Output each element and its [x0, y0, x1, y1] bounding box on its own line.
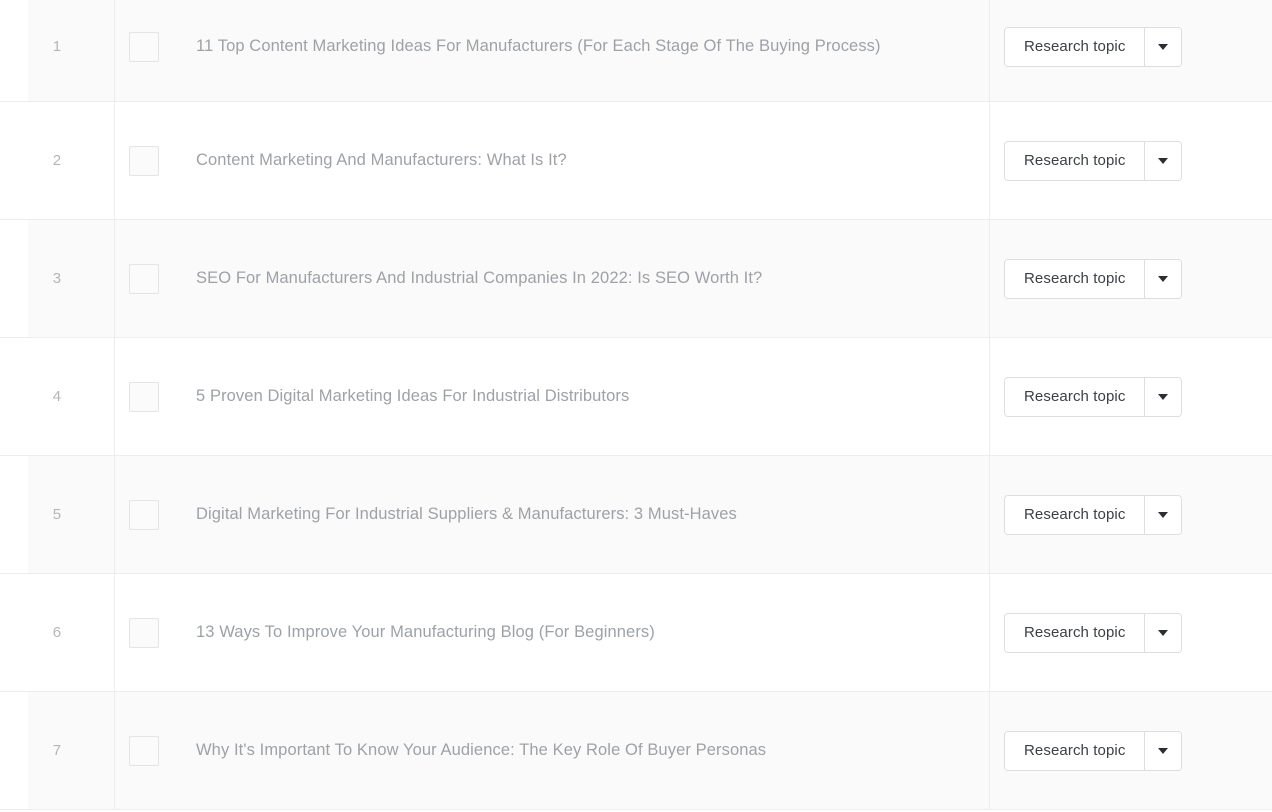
research-topic-split-button[interactable]: Research topic: [1004, 612, 1183, 653]
research-topic-split-button[interactable]: Research topic: [1004, 26, 1183, 67]
row-index: 7: [0, 692, 115, 809]
research-topic-button[interactable]: Research topic: [1005, 259, 1145, 298]
chevron-down-icon: [1158, 43, 1169, 50]
row-action-cell: Research topic: [990, 574, 1272, 691]
research-topic-dropdown-toggle[interactable]: [1144, 731, 1182, 770]
research-topic-button[interactable]: Research topic: [1005, 613, 1145, 652]
chevron-down-icon: [1158, 747, 1169, 754]
chevron-down-icon: [1158, 275, 1169, 282]
research-topic-dropdown-toggle[interactable]: [1144, 141, 1182, 180]
row-title-cell: 13 Ways To Improve Your Manufacturing Bl…: [115, 574, 990, 691]
row-select-checkbox[interactable]: [129, 735, 159, 766]
research-topic-button[interactable]: Research topic: [1005, 141, 1145, 180]
table-row[interactable]: 6 13 Ways To Improve Your Manufacturing …: [0, 574, 1272, 692]
chevron-down-icon: [1158, 629, 1169, 636]
topic-title: Why It's Important To Know Your Audience…: [196, 740, 767, 759]
row-title-cell: Digital Marketing For Industrial Supplie…: [115, 456, 990, 573]
research-topic-button[interactable]: Research topic: [1005, 495, 1145, 534]
table-row[interactable]: 3 SEO For Manufacturers And Industrial C…: [0, 220, 1272, 338]
topic-title: Content Marketing And Manufacturers: Wha…: [196, 150, 567, 169]
row-action-cell: Research topic: [990, 0, 1272, 101]
research-topic-dropdown-toggle[interactable]: [1144, 377, 1182, 416]
row-index: 4: [0, 338, 115, 455]
topic-title: 13 Ways To Improve Your Manufacturing Bl…: [196, 622, 655, 641]
research-topic-split-button[interactable]: Research topic: [1004, 258, 1183, 299]
row-title-cell: SEO For Manufacturers And Industrial Com…: [115, 220, 990, 337]
research-topic-button[interactable]: Research topic: [1005, 731, 1145, 770]
research-topic-dropdown-toggle[interactable]: [1144, 613, 1182, 652]
research-topic-split-button[interactable]: Research topic: [1004, 376, 1183, 417]
row-select-checkbox[interactable]: [129, 145, 159, 176]
table-row[interactable]: 2 Content Marketing And Manufacturers: W…: [0, 102, 1272, 220]
topic-title: 5 Proven Digital Marketing Ideas For Ind…: [196, 386, 630, 405]
row-action-cell: Research topic: [990, 338, 1272, 455]
chevron-down-icon: [1158, 511, 1169, 518]
row-action-cell: Research topic: [990, 692, 1272, 809]
row-action-cell: Research topic: [990, 220, 1272, 337]
topic-title: Digital Marketing For Industrial Supplie…: [196, 504, 737, 523]
topics-table: 1 11 Top Content Marketing Ideas For Man…: [0, 0, 1272, 810]
row-action-cell: Research topic: [990, 102, 1272, 219]
row-index: 2: [0, 102, 115, 219]
table-row[interactable]: 1 11 Top Content Marketing Ideas For Man…: [0, 0, 1272, 102]
research-topic-dropdown-toggle[interactable]: [1144, 495, 1182, 534]
table-row[interactable]: 4 5 Proven Digital Marketing Ideas For I…: [0, 338, 1272, 456]
row-select-checkbox[interactable]: [129, 31, 159, 62]
row-index: 6: [0, 574, 115, 691]
research-topic-dropdown-toggle[interactable]: [1144, 259, 1182, 298]
row-index: 3: [0, 220, 115, 337]
research-topic-split-button[interactable]: Research topic: [1004, 494, 1183, 535]
research-topic-split-button[interactable]: Research topic: [1004, 140, 1183, 181]
topic-title: 11 Top Content Marketing Ideas For Manuf…: [196, 36, 881, 55]
row-action-cell: Research topic: [990, 456, 1272, 573]
row-index: 1: [0, 0, 115, 101]
row-select-checkbox[interactable]: [129, 263, 159, 294]
research-topic-button[interactable]: Research topic: [1005, 27, 1145, 66]
research-topic-dropdown-toggle[interactable]: [1144, 27, 1182, 66]
table-row[interactable]: 5 Digital Marketing For Industrial Suppl…: [0, 456, 1272, 574]
row-title-cell: Content Marketing And Manufacturers: Wha…: [115, 102, 990, 219]
row-select-checkbox[interactable]: [129, 617, 159, 648]
chevron-down-icon: [1158, 157, 1169, 164]
row-title-cell: 5 Proven Digital Marketing Ideas For Ind…: [115, 338, 990, 455]
row-select-checkbox[interactable]: [129, 381, 159, 412]
chevron-down-icon: [1158, 393, 1169, 400]
table-row[interactable]: 7 Why It's Important To Know Your Audien…: [0, 692, 1272, 810]
row-title-cell: Why It's Important To Know Your Audience…: [115, 692, 990, 809]
row-index: 5: [0, 456, 115, 573]
row-select-checkbox[interactable]: [129, 499, 159, 530]
topic-title: SEO For Manufacturers And Industrial Com…: [196, 268, 763, 287]
research-topic-button[interactable]: Research topic: [1005, 377, 1145, 416]
row-title-cell: 11 Top Content Marketing Ideas For Manuf…: [115, 0, 990, 101]
research-topic-split-button[interactable]: Research topic: [1004, 730, 1183, 771]
